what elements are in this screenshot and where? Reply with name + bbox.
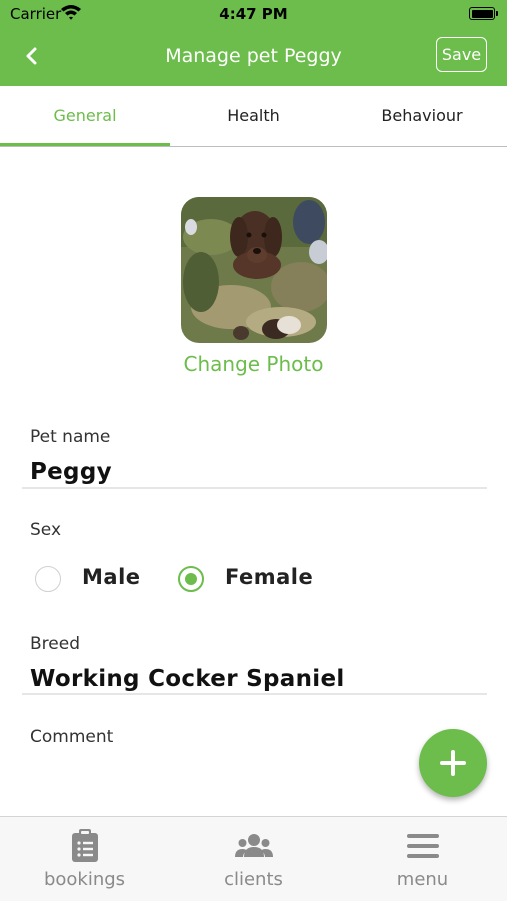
sex-male-radio[interactable] <box>35 566 61 592</box>
breed-label: Breed <box>30 634 80 654</box>
tab-health[interactable]: Health <box>170 86 337 146</box>
pet-photo[interactable] <box>181 197 327 343</box>
tab-general[interactable]: General <box>0 86 170 146</box>
tab-behaviour[interactable]: Behaviour <box>337 86 507 146</box>
users-icon <box>234 834 273 857</box>
plus-icon <box>440 750 466 776</box>
status-time: 4:47 PM <box>219 5 288 23</box>
sex-female-radio[interactable] <box>178 566 204 592</box>
pet-name-input[interactable]: Peggy <box>30 459 112 485</box>
bottom-nav-menu-label: menu <box>396 869 449 890</box>
bottom-nav-clients-label: clients <box>224 869 283 890</box>
bottom-nav-menu[interactable]: menu <box>338 817 507 901</box>
bottom-nav: bookings clients menu <box>0 816 507 901</box>
sex-female-label[interactable]: Female <box>225 565 313 589</box>
bottom-nav-clients[interactable]: clients <box>169 817 338 901</box>
pet-name-label: Pet name <box>30 427 111 447</box>
battery-icon <box>469 7 498 20</box>
sex-label: Sex <box>30 520 62 540</box>
change-photo-link[interactable]: Change Photo <box>0 352 507 376</box>
comment-label: Comment <box>30 727 114 747</box>
page-title: Manage pet Peggy <box>165 45 342 67</box>
breed-input[interactable]: Working Cocker Spaniel <box>30 666 345 692</box>
save-button[interactable]: Save <box>436 37 487 72</box>
sex-male-label[interactable]: Male <box>82 565 141 589</box>
pet-name-underline <box>22 487 487 489</box>
tab-bar: General Health Behaviour <box>0 86 507 147</box>
bottom-nav-bookings-label: bookings <box>43 869 126 890</box>
add-button[interactable] <box>419 729 487 797</box>
nav-bar: Manage pet Peggy Save <box>0 28 507 86</box>
status-bar: Carrier 4:47 PM <box>0 0 507 28</box>
bottom-nav-bookings[interactable]: bookings <box>0 817 169 901</box>
hamburger-menu-icon <box>406 834 439 858</box>
active-tab-indicator <box>0 143 170 146</box>
breed-underline <box>22 693 487 695</box>
clipboard-list-icon <box>71 829 98 862</box>
